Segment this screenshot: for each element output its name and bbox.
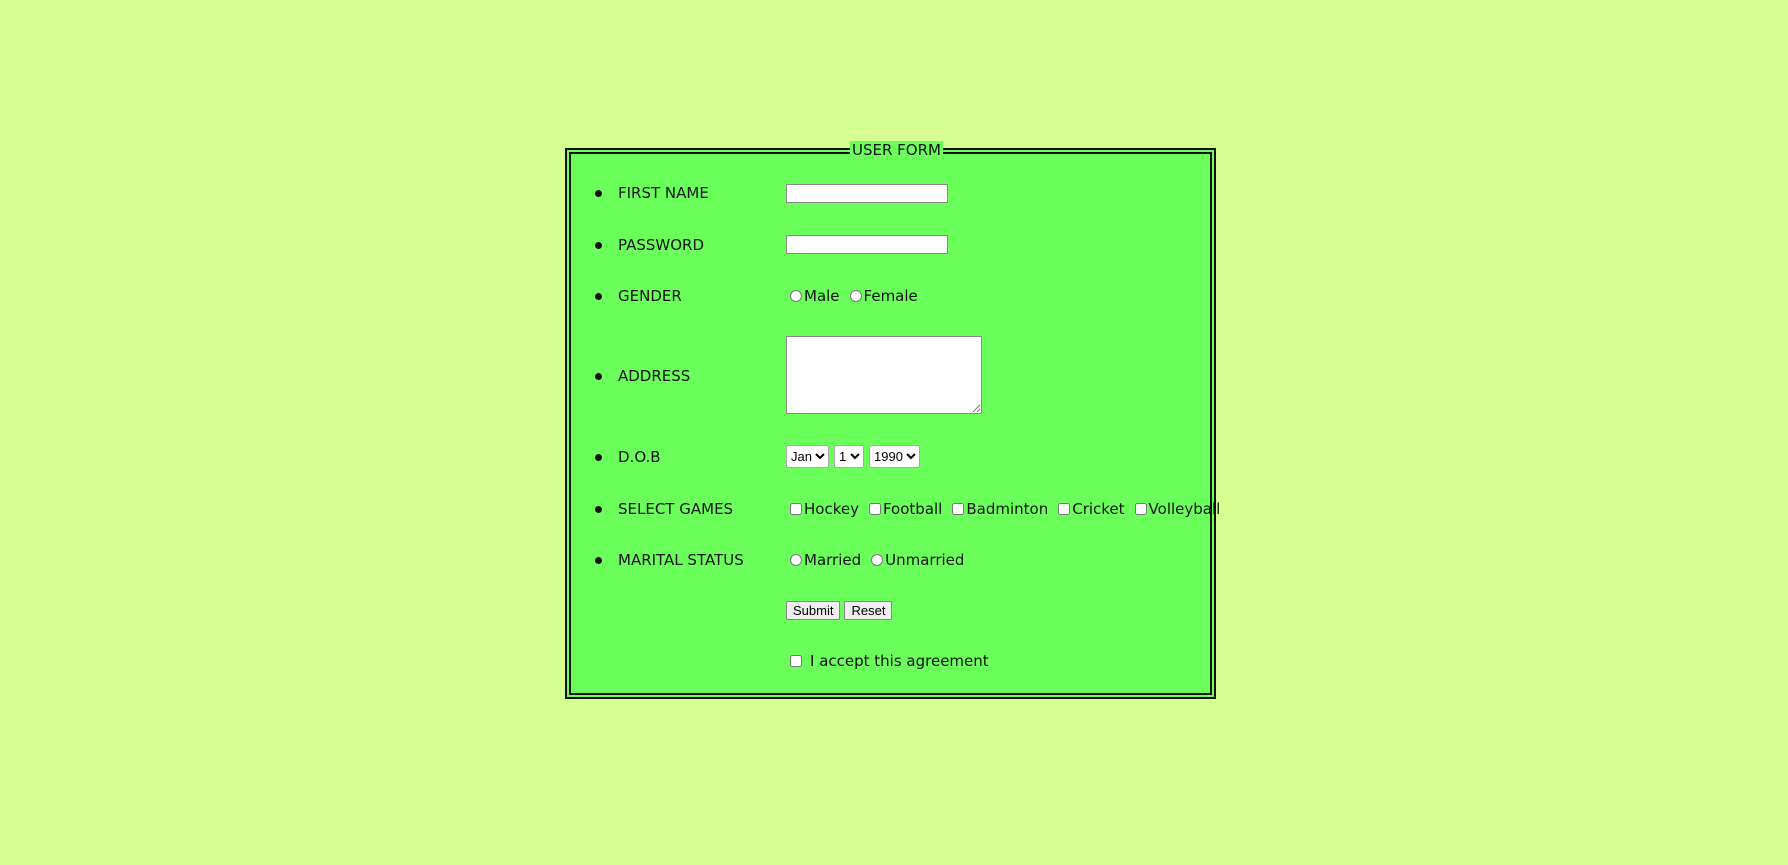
bullet-icon: [595, 292, 602, 300]
game-volleyball-checkbox[interactable]: [1134, 503, 1147, 515]
bullet-icon: [595, 453, 602, 461]
row-gender: GENDER: [595, 281, 786, 311]
dob-label: D.O.B: [618, 448, 661, 466]
row-address: ADDRESS: [595, 361, 786, 391]
reset-button[interactable]: Reset: [844, 601, 893, 620]
dob-year-select[interactable]: 1990: [869, 445, 920, 468]
address-textarea[interactable]: [786, 336, 982, 414]
row-password: PASSWORD: [595, 230, 786, 260]
row-marital: MARITAL STATUS: [595, 545, 786, 575]
game-hockey-checkbox[interactable]: [790, 503, 802, 515]
bullet-icon: [595, 372, 602, 380]
games-label: SELECT GAMES: [618, 500, 734, 518]
marital-label: MARITAL STATUS: [618, 551, 744, 569]
bullet-icon: [595, 556, 602, 564]
game-hockey-label: Hockey: [804, 500, 859, 518]
game-cricket-checkbox[interactable]: [1058, 503, 1071, 515]
row-first-name: FIRST NAME: [595, 178, 786, 208]
first-name-label: FIRST NAME: [618, 184, 709, 202]
marital-married-label: Married: [804, 551, 862, 569]
game-football-label: Football: [882, 500, 943, 518]
gender-male-radio[interactable]: [790, 290, 802, 302]
agreement-label: I accept this agreement: [810, 652, 989, 670]
game-badminton-checkbox[interactable]: [952, 503, 965, 515]
dob-month-select[interactable]: Jan: [786, 445, 829, 468]
row-dob: D.O.B: [595, 442, 786, 472]
gender-female-label: Female: [863, 287, 918, 305]
password-input[interactable]: [786, 235, 948, 254]
bullet-icon: [595, 505, 602, 513]
address-label: ADDRESS: [618, 367, 691, 385]
marital-unmarried-radio[interactable]: [871, 554, 884, 566]
marital-married-radio[interactable]: [790, 554, 802, 566]
dob-day-select[interactable]: 1: [834, 445, 864, 468]
row-games: SELECT GAMES: [595, 494, 786, 524]
form-legend: USER FORM: [850, 141, 943, 159]
gender-female-radio[interactable]: [849, 290, 862, 302]
game-volleyball-label: Volleyball: [1148, 500, 1221, 518]
first-name-input[interactable]: [786, 184, 948, 203]
gender-label: GENDER: [618, 287, 682, 305]
bullet-icon: [595, 189, 602, 197]
game-badminton-label: Badminton: [966, 500, 1049, 518]
game-cricket-label: Cricket: [1072, 500, 1125, 518]
bullet-icon: [595, 241, 602, 249]
gender-male-label: Male: [804, 287, 840, 305]
agreement-checkbox[interactable]: [790, 655, 802, 667]
submit-button[interactable]: Submit: [786, 601, 841, 620]
game-football-checkbox[interactable]: [868, 503, 881, 515]
marital-unmarried-label: Unmarried: [885, 551, 965, 569]
password-label: PASSWORD: [618, 236, 705, 254]
